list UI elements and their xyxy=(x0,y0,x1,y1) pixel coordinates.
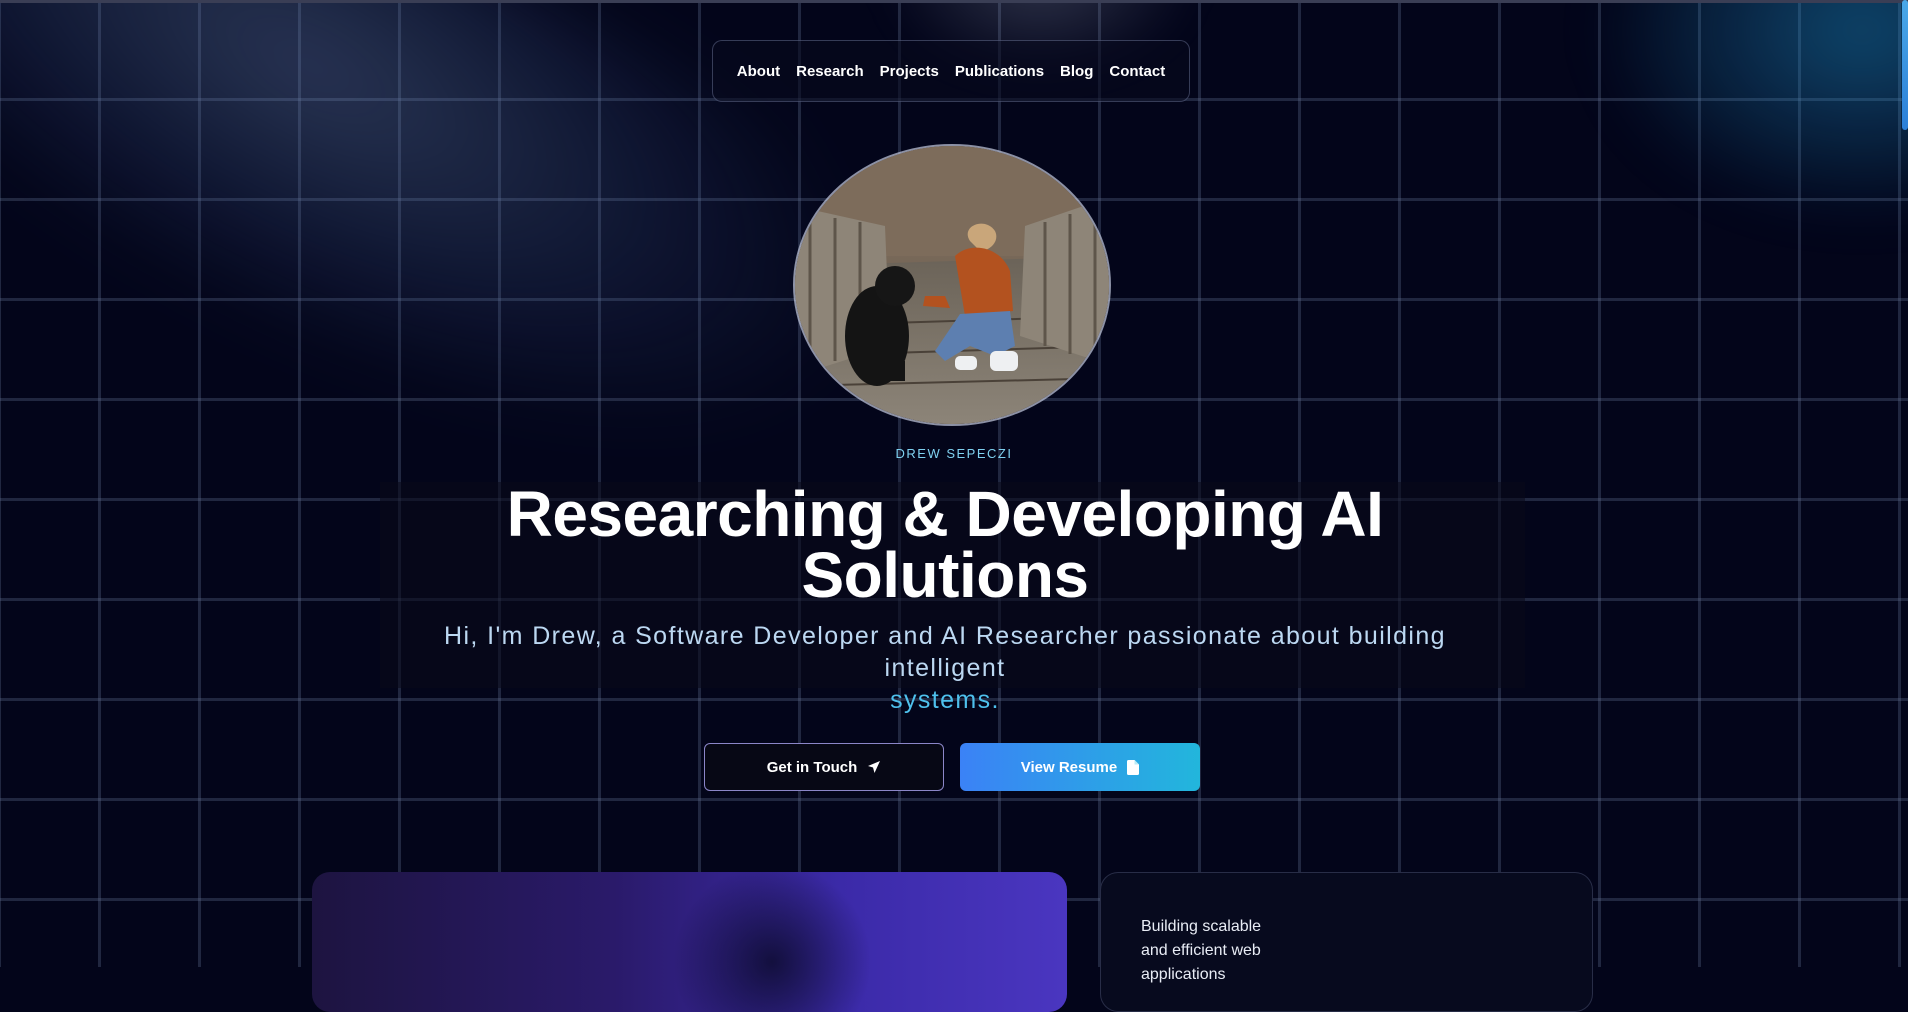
get-in-touch-label: Get in Touch xyxy=(766,758,858,776)
background-glow-right xyxy=(1568,0,1908,240)
feature-card: Building scalable and efficient web appl… xyxy=(1100,872,1593,1012)
view-resume-button[interactable]: View Resume xyxy=(960,743,1200,791)
profile-photo xyxy=(793,144,1111,426)
project-card-image[interactable] xyxy=(312,872,1067,1012)
headline-line-2: Solutions xyxy=(801,539,1089,611)
subline-text: Hi, I'm Drew, a Software Developer and A… xyxy=(444,622,1446,682)
hero-subline: Hi, I'm Drew, a Software Developer and A… xyxy=(380,620,1510,716)
card-image-shadow xyxy=(672,872,872,1012)
nav-item-blog[interactable]: Blog xyxy=(1060,63,1093,80)
nav-item-about[interactable]: About xyxy=(737,63,780,80)
document-icon xyxy=(1127,759,1140,775)
author-name: DREW SEPECZI xyxy=(895,446,1013,461)
feature-card-text: Building scalable and efficient web appl… xyxy=(1141,918,1262,983)
nav-item-projects[interactable]: Projects xyxy=(880,63,939,80)
main-nav: About Research Projects Publications Blo… xyxy=(712,40,1190,102)
nav-item-contact[interactable]: Contact xyxy=(1109,63,1165,80)
nav-item-publications[interactable]: Publications xyxy=(955,63,1044,80)
subline-highlight: systems. xyxy=(890,686,1000,714)
top-border xyxy=(0,0,1908,3)
hero-headline: Researching & Developing AI Solutions xyxy=(380,482,1510,607)
get-in-touch-button[interactable]: Get in Touch xyxy=(704,743,944,791)
nav-item-research[interactable]: Research xyxy=(796,63,864,80)
scrollbar-thumb[interactable] xyxy=(1902,0,1908,130)
view-resume-label: View Resume xyxy=(1020,758,1118,776)
send-arrow-icon xyxy=(868,761,881,773)
